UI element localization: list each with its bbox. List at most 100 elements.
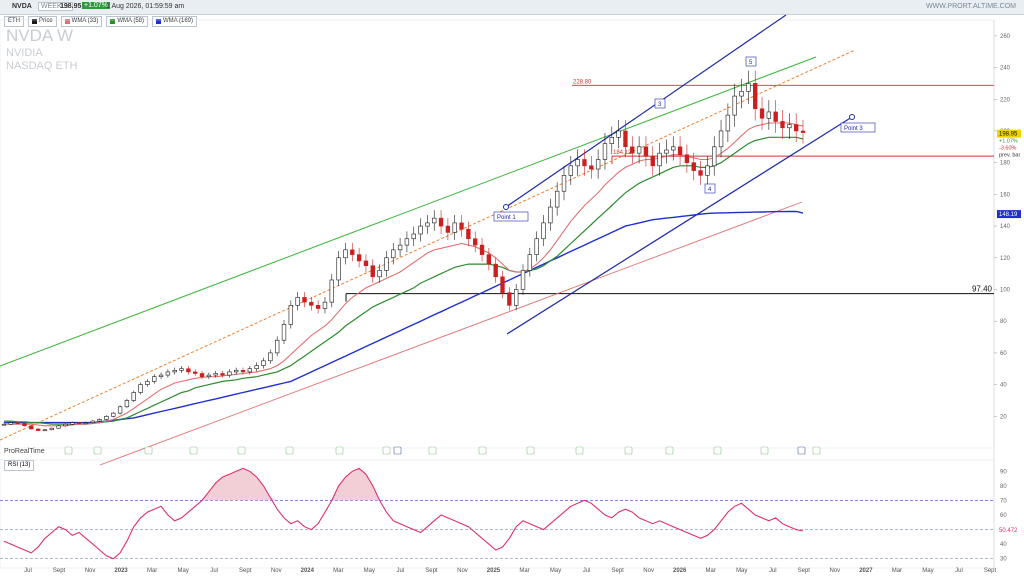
rsi-legend[interactable]: RSI (13)	[4, 460, 35, 471]
candle-body	[302, 297, 307, 303]
y-tick-label: 60	[1000, 351, 1007, 357]
candle-body	[268, 352, 273, 362]
point3-label: Point 3	[844, 126, 863, 132]
x-tick-label: Sept	[53, 568, 66, 574]
x-tick-label: Jul	[24, 568, 32, 574]
y-tick-label: 20	[1000, 414, 1007, 420]
candle-body	[411, 233, 416, 240]
rsi-tick-label: 90	[1000, 469, 1007, 475]
candle-body	[22, 423, 27, 427]
rsi-badge: 50.472	[999, 528, 1018, 534]
x-tick-label: Sept	[611, 568, 624, 574]
candle-body	[425, 222, 430, 227]
candle-body	[336, 257, 341, 281]
candle-body	[500, 276, 505, 293]
candle-body	[643, 146, 649, 157]
event-marker-icon	[93, 446, 102, 455]
candle-body	[76, 422, 82, 424]
candle-body	[206, 374, 212, 377]
candle-body	[507, 292, 512, 306]
rsi-line	[3, 467, 804, 560]
x-tick-label: Mar	[333, 568, 343, 574]
candle-body	[63, 423, 68, 427]
candle-body	[473, 238, 478, 246]
x-tick-label: Mar	[147, 568, 157, 574]
x-tick-label: May	[736, 568, 747, 574]
candle-body	[199, 373, 205, 377]
candle-body	[56, 425, 61, 429]
candle-body	[595, 159, 601, 170]
x-tick-label: Jul	[955, 568, 963, 574]
x-tick-label: Jul	[769, 568, 777, 574]
candle-body	[90, 420, 95, 423]
candle-body	[329, 279, 334, 303]
candle-body	[671, 146, 676, 151]
candle-body	[234, 370, 239, 373]
candle-body	[753, 83, 758, 110]
candle-body	[739, 91, 744, 97]
event-marker-icon	[237, 446, 246, 455]
x-tick-label: Nov	[271, 568, 282, 574]
candle-body	[124, 400, 130, 408]
candle-body	[343, 249, 348, 259]
event-marker-icon	[285, 446, 294, 455]
candle-body	[800, 130, 806, 133]
candle-body	[718, 130, 724, 148]
price-badge: 198.95	[999, 132, 1018, 138]
y-tick-label: 80	[1000, 319, 1007, 325]
x-tick-label: Nov	[830, 568, 841, 574]
candle-body	[29, 425, 34, 430]
candle-body	[131, 392, 136, 401]
candle-body	[677, 146, 683, 156]
x-tick-label: May	[550, 568, 561, 574]
candle-body	[247, 368, 253, 373]
candle-body	[514, 289, 519, 306]
rsi-tick-label: 60	[1000, 513, 1007, 519]
event-marker-icon	[478, 446, 487, 455]
candle-body	[152, 376, 157, 382]
x-tick-label: 2023	[114, 568, 128, 574]
candle-body	[288, 305, 293, 325]
candle-body	[432, 217, 437, 224]
candle-body	[575, 159, 580, 167]
x-tick-label: May	[364, 568, 375, 574]
wma58-line	[4, 136, 804, 425]
candle-body	[15, 422, 20, 424]
candle-body	[780, 121, 785, 129]
candle-body	[479, 244, 485, 255]
wma169-badge: 148.19	[999, 212, 1018, 218]
x-tick-label: Mar	[519, 568, 529, 574]
price-chart[interactable]: 2040608010012014016018020022024026030405…	[0, 0, 1024, 576]
candle-body	[295, 297, 300, 306]
candle-body	[1, 423, 7, 426]
candle-body	[138, 384, 143, 393]
point1-label: Point 1	[497, 215, 516, 221]
y-tick-label: 160	[1000, 192, 1011, 198]
y-tick-label: 100	[1000, 287, 1011, 293]
candle-body	[520, 270, 526, 290]
candle-body	[623, 130, 628, 148]
event-marker-icon	[189, 446, 198, 455]
event-marker-icon	[335, 446, 344, 455]
x-tick-label: May	[177, 568, 188, 574]
candle-body	[698, 170, 703, 176]
candle-body	[609, 137, 614, 144]
candle-body	[691, 162, 696, 171]
candle-body	[725, 114, 731, 132]
candle-body	[97, 419, 102, 422]
rsi-pane-frame	[0, 459, 995, 569]
x-tick-label: Nov	[85, 568, 96, 574]
y-tick-label: 140	[1000, 224, 1011, 230]
rsi-tick-label: 70	[1000, 498, 1007, 504]
candle-body	[281, 324, 287, 341]
candle-body	[534, 238, 539, 255]
candle-body	[589, 165, 594, 170]
point1-marker-icon	[503, 204, 509, 210]
candle-body	[49, 427, 54, 431]
candle-body	[186, 368, 191, 373]
y-tick-label: 40	[1000, 383, 1007, 389]
event-marker-icon	[812, 446, 821, 455]
x-tick-label: Nov	[457, 568, 468, 574]
candle-body	[664, 149, 669, 154]
candle-body	[315, 305, 321, 309]
